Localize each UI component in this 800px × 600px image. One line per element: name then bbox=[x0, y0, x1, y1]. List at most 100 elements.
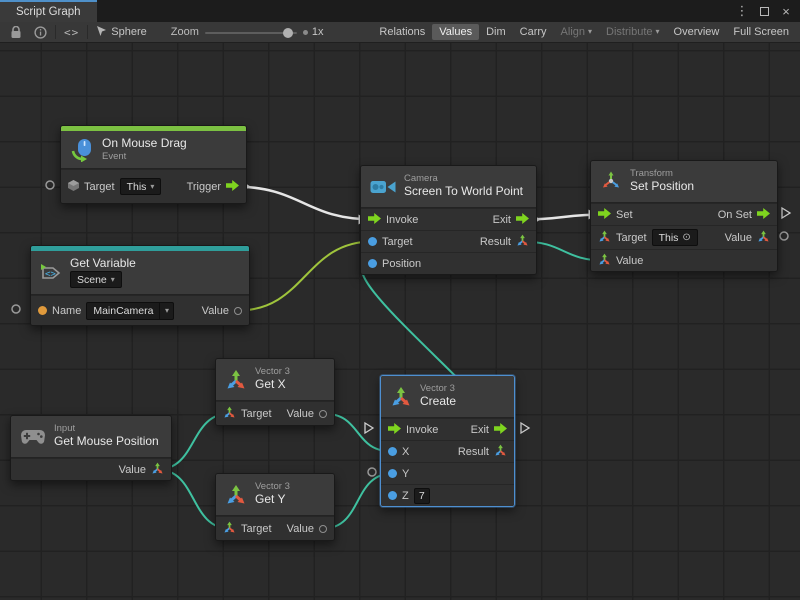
x-port-label: X bbox=[402, 446, 409, 458]
position-port-label: Position bbox=[382, 258, 421, 270]
target-vector-port[interactable] bbox=[223, 406, 236, 422]
target-transform-port[interactable] bbox=[598, 230, 611, 246]
full-screen-button[interactable]: Full Screen bbox=[726, 24, 796, 40]
invoke-flow-port[interactable] bbox=[388, 423, 401, 437]
distribute-button[interactable]: Distribute▾ bbox=[599, 24, 666, 40]
node-set-position[interactable]: Transform Set Position Set On Set Target… bbox=[590, 160, 778, 272]
close-icon[interactable]: × bbox=[778, 4, 794, 19]
edit-code-button[interactable]: <> bbox=[58, 22, 85, 43]
result-vector-port[interactable] bbox=[494, 444, 507, 460]
transform-icon bbox=[600, 171, 622, 193]
value-port[interactable] bbox=[319, 410, 327, 418]
carry-button[interactable]: Carry bbox=[513, 24, 554, 40]
lock-icon[interactable] bbox=[4, 22, 28, 43]
chevron-down-icon: ▾ bbox=[111, 276, 115, 284]
window-menu-icon[interactable]: ⋮ bbox=[734, 3, 750, 19]
result-port-label: Result bbox=[480, 236, 511, 248]
node-screen-to-world-point[interactable]: Camera Screen To World Point Invoke Exit… bbox=[360, 165, 537, 275]
target-port[interactable] bbox=[368, 237, 377, 246]
graph-owner-button[interactable]: Sphere bbox=[90, 22, 152, 43]
zoom-slider-handle[interactable] bbox=[283, 28, 293, 38]
set-flow-port[interactable] bbox=[598, 208, 611, 222]
zoom-reset-dot[interactable] bbox=[303, 30, 308, 35]
exit-flow-port[interactable] bbox=[516, 213, 529, 227]
node-get-y[interactable]: Vector 3 Get Y Target Value bbox=[215, 473, 335, 541]
object-picker-icon[interactable]: ⊙ bbox=[682, 233, 690, 243]
node-category: Vector 3 bbox=[255, 482, 290, 492]
chevron-down-icon: ▾ bbox=[150, 183, 154, 191]
position-port[interactable] bbox=[368, 259, 377, 268]
mouse-drag-icon bbox=[70, 138, 94, 162]
graph-toolbar: <> Sphere Zoom 1x Relations Values Dim C… bbox=[0, 22, 800, 43]
value-port-label: Value bbox=[287, 408, 314, 420]
value-out-vector-port[interactable] bbox=[757, 230, 770, 246]
variable-scope-dropdown[interactable]: Scene▾ bbox=[70, 271, 122, 288]
get-variable-icon: <> bbox=[40, 262, 62, 284]
target-port-label: Target bbox=[241, 408, 272, 420]
node-get-x[interactable]: Vector 3 Get X Target Value bbox=[215, 358, 335, 426]
vector3-icon bbox=[225, 369, 247, 391]
value-port[interactable] bbox=[319, 525, 327, 533]
node-get-mouse-position[interactable]: Input Get Mouse Position Value bbox=[10, 415, 172, 481]
value-port[interactable] bbox=[234, 307, 242, 315]
target-port-label: Target bbox=[84, 181, 115, 193]
gameobject-icon bbox=[68, 180, 79, 194]
value-vector-port[interactable] bbox=[151, 462, 164, 478]
script-graph-window: Script Graph ⋮ × <> Sphere Zoom 1x Relat… bbox=[0, 0, 800, 600]
target-this-picker[interactable]: This⊙ bbox=[652, 229, 698, 246]
chevron-down-icon: ▾ bbox=[165, 307, 169, 315]
node-category: Vector 3 bbox=[255, 367, 290, 377]
vector3-icon bbox=[225, 484, 247, 506]
value-out-port-label: Value bbox=[725, 232, 752, 244]
on-set-flow-port[interactable] bbox=[757, 208, 770, 222]
target-port-label: Target bbox=[241, 523, 272, 535]
z-port-label: Z bbox=[402, 490, 409, 502]
variable-name-dropdown[interactable]: MainCamera ▾ bbox=[86, 302, 174, 320]
invoke-flow-port[interactable] bbox=[368, 213, 381, 227]
node-on-mouse-drag[interactable]: On Mouse Drag Event Target This▾ Trigger bbox=[60, 125, 247, 204]
target-this-dropdown[interactable]: This▾ bbox=[120, 178, 162, 195]
node-title: Get Mouse Position bbox=[54, 435, 159, 449]
node-subtitle: Event bbox=[102, 152, 187, 162]
invoke-port-label: Invoke bbox=[406, 424, 438, 436]
name-port[interactable] bbox=[38, 306, 47, 315]
value-in-vector-port[interactable] bbox=[598, 253, 611, 269]
y-port[interactable] bbox=[388, 469, 397, 478]
node-title: Set Position bbox=[630, 180, 694, 194]
z-port[interactable] bbox=[388, 491, 397, 500]
values-button[interactable]: Values bbox=[432, 24, 479, 40]
title-bar: Script Graph ⋮ × bbox=[0, 0, 800, 22]
value-port-label: Value bbox=[202, 305, 229, 317]
tab-script-graph[interactable]: Script Graph bbox=[0, 0, 97, 22]
relations-button[interactable]: Relations bbox=[372, 24, 432, 40]
target-vector-port[interactable] bbox=[223, 521, 236, 537]
svg-text:<>: <> bbox=[45, 269, 56, 279]
exit-port-label: Exit bbox=[471, 424, 489, 436]
z-value-field[interactable]: 7 bbox=[414, 488, 430, 504]
chevron-down-icon: ▾ bbox=[588, 28, 592, 36]
zoom-label: Zoom bbox=[171, 26, 199, 38]
node-get-variable[interactable]: <> Get Variable Scene▾ Name MainCamera ▾… bbox=[30, 245, 250, 326]
result-port-label: Result bbox=[458, 446, 489, 458]
node-vector3-create[interactable]: Vector 3 Create Invoke Exit X Result bbox=[380, 375, 515, 507]
node-title: Create bbox=[420, 395, 456, 409]
align-button[interactable]: Align▾ bbox=[554, 24, 599, 40]
trigger-port-label: Trigger bbox=[187, 181, 221, 193]
y-port-label: Y bbox=[402, 468, 409, 480]
zoom-slider[interactable] bbox=[205, 22, 297, 43]
info-icon[interactable] bbox=[28, 22, 53, 43]
target-port-label: Target bbox=[382, 236, 413, 248]
overview-button[interactable]: Overview bbox=[667, 24, 727, 40]
trigger-flow-port[interactable] bbox=[226, 180, 239, 194]
dim-button[interactable]: Dim bbox=[479, 24, 513, 40]
exit-port-label: Exit bbox=[493, 214, 511, 226]
x-port[interactable] bbox=[388, 447, 397, 456]
exit-flow-port[interactable] bbox=[494, 423, 507, 437]
set-port-label: Set bbox=[616, 209, 633, 221]
result-vector-port[interactable] bbox=[516, 234, 529, 250]
chevron-down-icon: ▾ bbox=[656, 28, 660, 36]
camera-icon bbox=[370, 178, 396, 196]
vector3-icon bbox=[390, 386, 412, 408]
node-title: On Mouse Drag bbox=[102, 137, 187, 151]
maximize-icon[interactable] bbox=[756, 4, 772, 19]
